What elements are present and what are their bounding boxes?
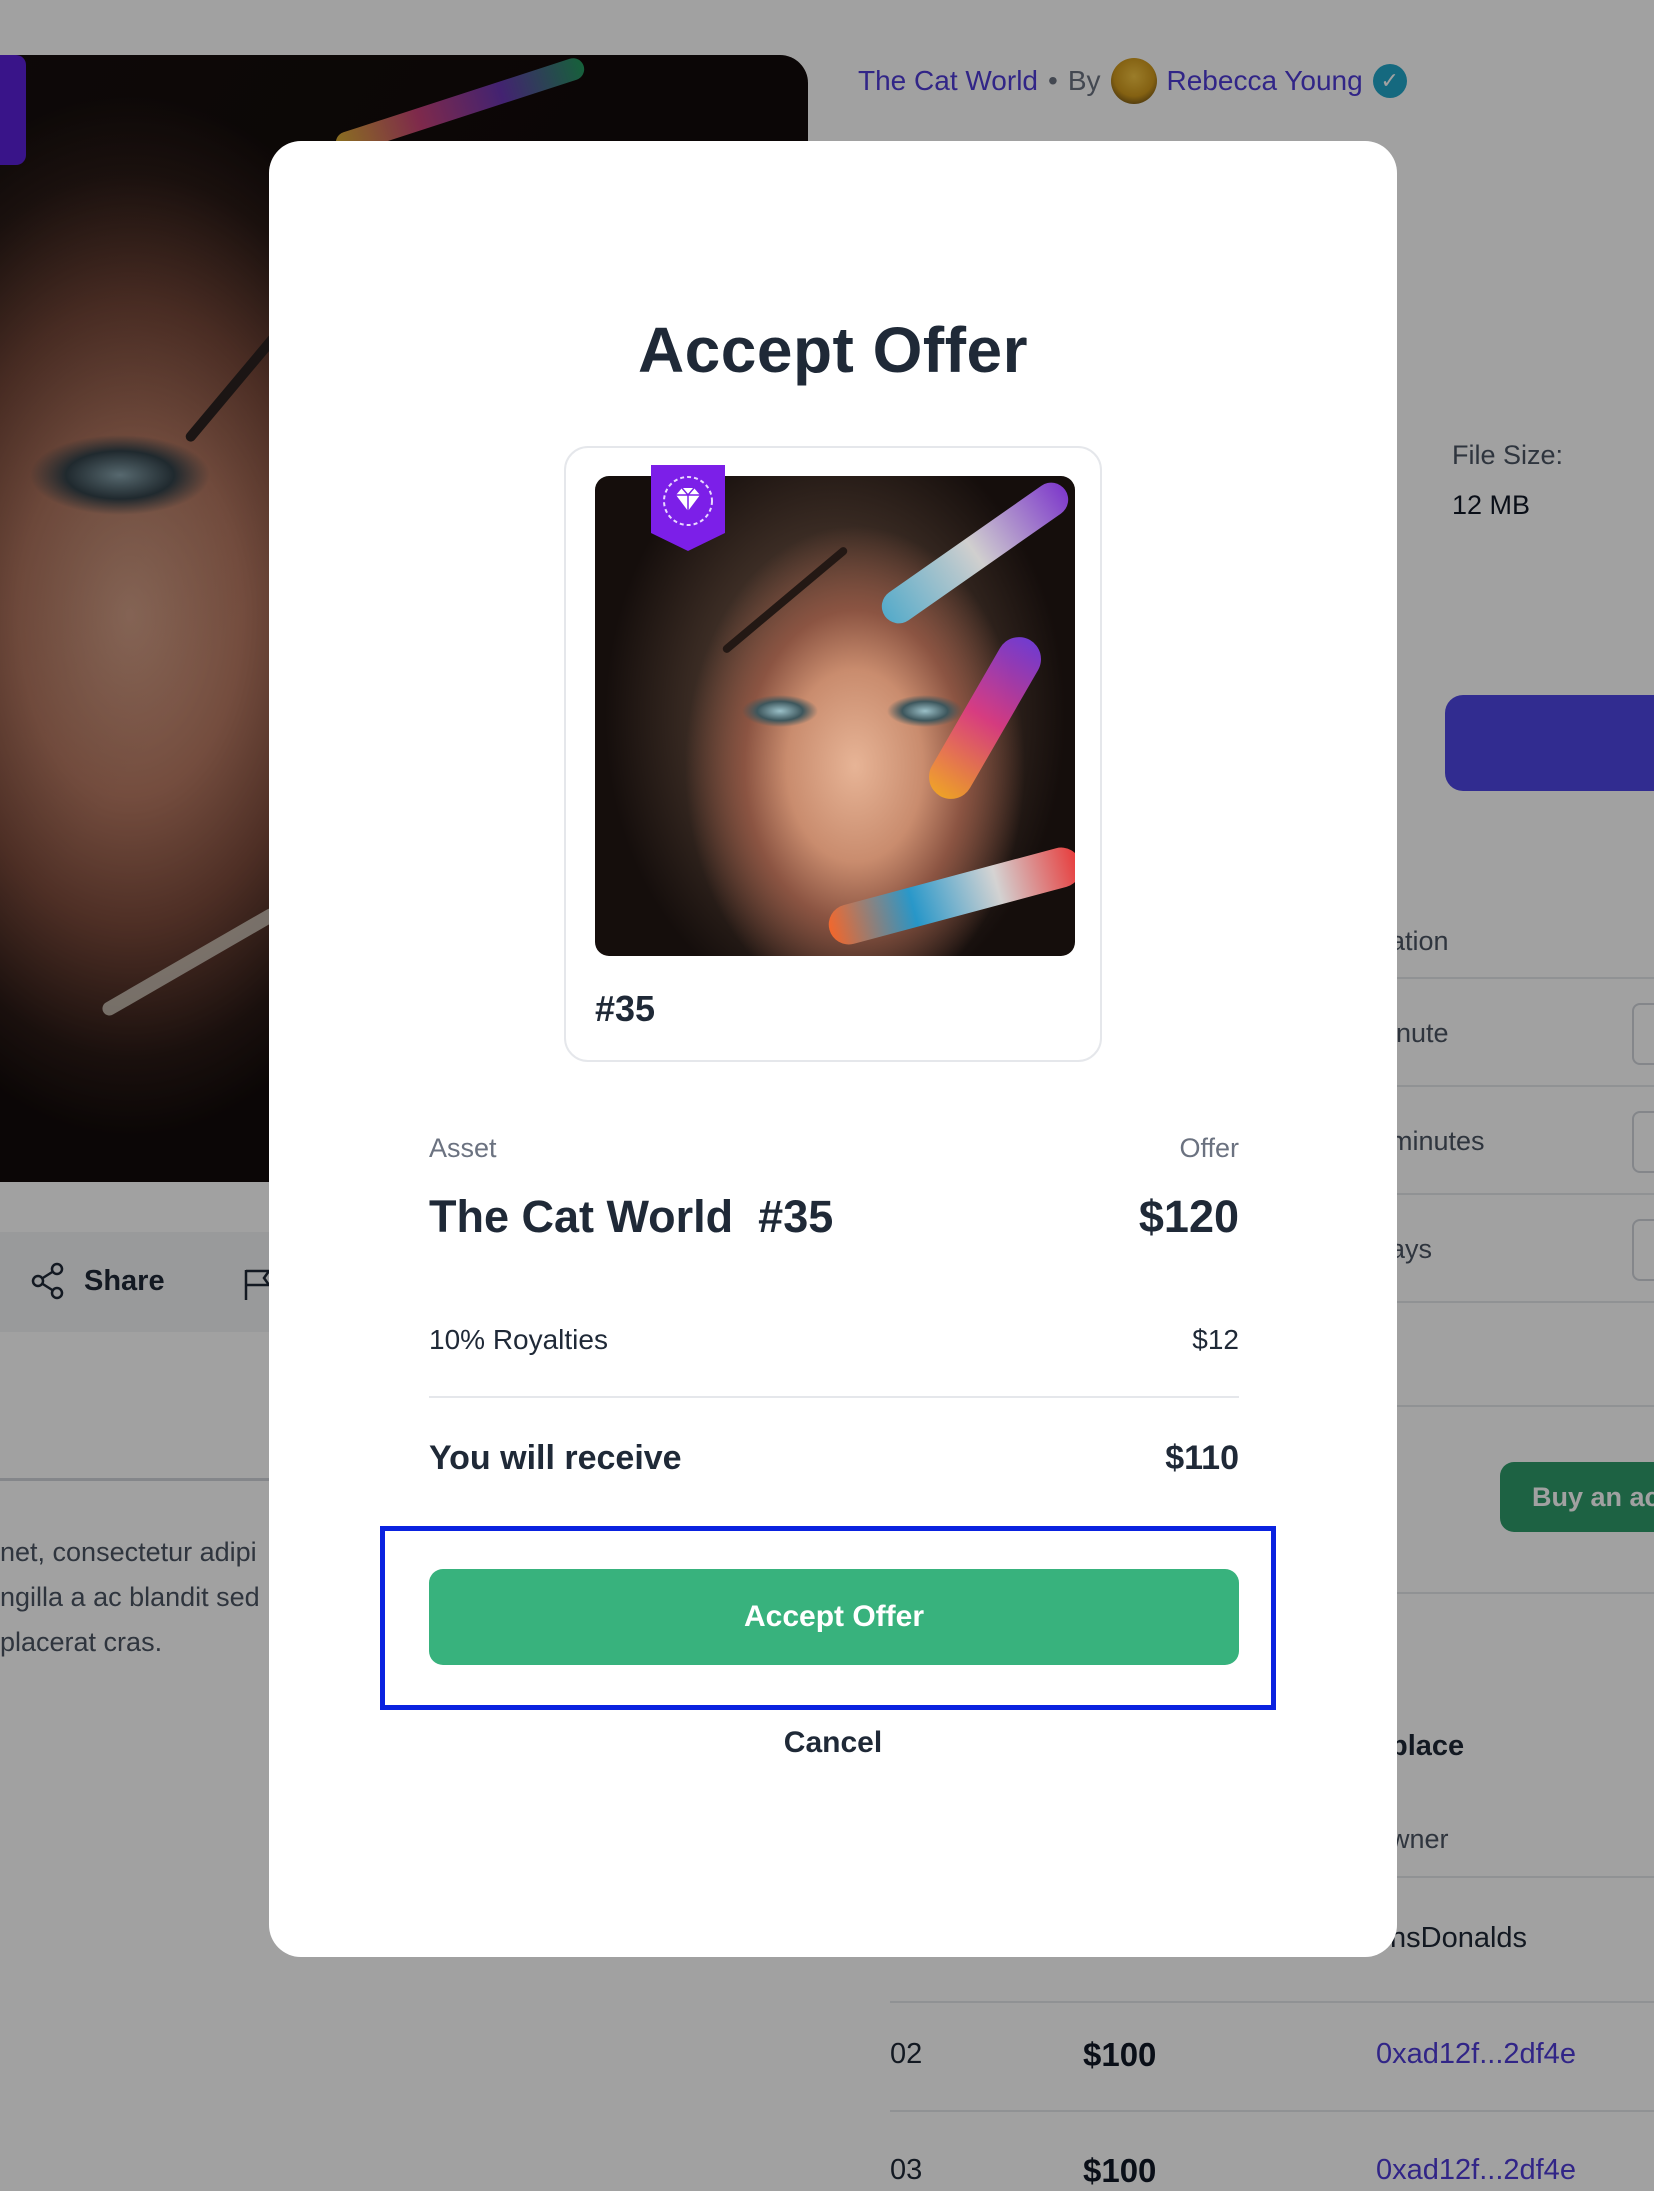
art-hair-streak [721,545,849,655]
summary-divider [429,1396,1239,1398]
offer-header: Offer [1179,1133,1239,1163]
art-paint-streak [824,843,1075,949]
accept-offer-button[interactable]: Accept Offer [429,1569,1239,1665]
art-paint-streak [920,629,1050,807]
diamond-badge-icon [651,465,725,551]
royalties-label: 10% Royalties [429,1324,608,1355]
cancel-button[interactable]: Cancel [269,1726,1397,1760]
offer-amount: $120 [1138,1191,1239,1242]
receive-label: You will receive [429,1439,682,1477]
receive-amount: $110 [1165,1439,1239,1477]
nft-token-id: #35 [595,988,656,1029]
nft-preview-card: #35 [564,446,1102,1062]
royalties-amount: $12 [1192,1324,1239,1355]
accept-offer-modal: Accept Offer #35 Asset Offer The Cat Wor… [269,141,1397,1957]
asset-header: Asset [429,1133,497,1163]
art-paint-streak [875,476,1075,631]
asset-name: The Cat World #35 [429,1191,834,1242]
modal-title: Accept Offer [637,314,1029,386]
